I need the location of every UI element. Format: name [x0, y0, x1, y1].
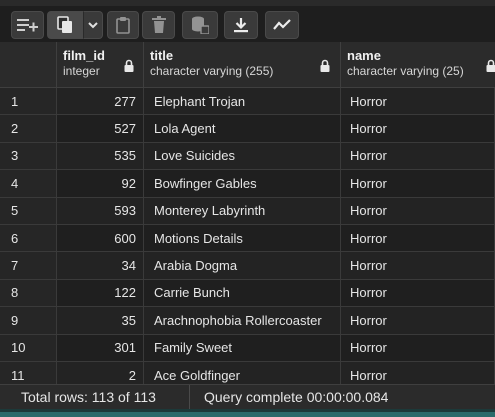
data-grid: film_id integer title character varying … — [0, 42, 495, 384]
name-cell[interactable]: Horror — [341, 307, 495, 334]
film-id-cell[interactable]: 35 — [57, 307, 144, 334]
delete-icon — [151, 16, 166, 34]
name-cell[interactable]: Horror — [341, 197, 495, 224]
table-row[interactable]: 5 593 Monterey Labyrinth Horror — [0, 197, 495, 225]
row-number[interactable]: 1 — [0, 88, 57, 115]
row-number-header[interactable] — [0, 42, 57, 88]
column-name: name — [347, 48, 381, 63]
table-row[interactable]: 6 600 Motions Details Horror — [0, 225, 495, 253]
title-cell[interactable]: Monterey Labyrinth — [144, 197, 341, 224]
paste-button[interactable] — [107, 11, 139, 39]
film-id-cell[interactable]: 600 — [57, 225, 144, 252]
grid-header: film_id integer title character varying … — [0, 42, 495, 88]
title-cell[interactable]: Motions Details — [144, 225, 341, 252]
copy-icon — [57, 16, 73, 34]
row-number[interactable]: 2 — [0, 115, 57, 142]
film-id-cell[interactable]: 527 — [57, 115, 144, 142]
paste-icon — [116, 16, 130, 34]
graph-visualiser-button[interactable] — [265, 11, 299, 39]
bottom-accent-stripe — [0, 412, 495, 417]
table-row[interactable]: 8 122 Carrie Bunch Horror — [0, 279, 495, 308]
name-cell[interactable]: Horror — [341, 334, 495, 361]
film-id-cell[interactable]: 122 — [57, 279, 144, 307]
row-number[interactable]: 8 — [0, 279, 57, 307]
title-cell[interactable]: Ace Goldfinger — [144, 362, 341, 384]
row-number[interactable]: 10 — [0, 334, 57, 361]
graph-icon — [273, 19, 291, 31]
title-cell[interactable]: Family Sweet — [144, 334, 341, 361]
name-cell[interactable]: Horror — [341, 142, 495, 170]
name-cell[interactable]: Horror — [341, 170, 495, 197]
column-type: character varying (25) — [347, 64, 464, 78]
table-row[interactable]: 1 277 Elephant Trojan Horror — [0, 88, 495, 116]
film-id-cell[interactable]: 92 — [57, 170, 144, 197]
table-row[interactable]: 4 92 Bowfinger Gables Horror — [0, 170, 495, 198]
query-status-label: Query complete 00:00:00.084 — [204, 389, 389, 405]
row-number[interactable]: 3 — [0, 142, 57, 170]
total-rows-label: Total rows: 113 of 113 — [21, 389, 156, 405]
film-id-cell[interactable]: 535 — [57, 142, 144, 170]
download-button[interactable] — [224, 11, 258, 39]
table-row[interactable]: 2 527 Lola Agent Horror — [0, 115, 495, 143]
title-cell[interactable]: Love Suicides — [144, 142, 341, 170]
column-header-title[interactable]: title character varying (255) — [144, 42, 341, 88]
download-icon — [234, 17, 248, 33]
add-row-icon — [16, 18, 39, 32]
table-row[interactable]: 7 34 Arabia Dogma Horror — [0, 252, 495, 280]
name-cell[interactable]: Horror — [341, 279, 495, 307]
name-cell[interactable]: Horror — [341, 362, 495, 384]
query-results-panel: film_id integer title character varying … — [0, 0, 495, 417]
film-id-cell[interactable]: 593 — [57, 197, 144, 224]
title-cell[interactable]: Carrie Bunch — [144, 279, 341, 307]
save-data-icon — [191, 16, 209, 34]
column-header-name[interactable]: name character varying (25) — [341, 42, 495, 88]
title-cell[interactable]: Elephant Trojan — [144, 88, 341, 115]
column-type: character varying (255) — [150, 64, 274, 78]
row-number[interactable]: 5 — [0, 197, 57, 224]
table-row[interactable]: 10 301 Family Sweet Horror — [0, 334, 495, 362]
title-cell[interactable]: Bowfinger Gables — [144, 170, 341, 197]
save-data-button[interactable] — [182, 11, 218, 39]
row-number[interactable]: 9 — [0, 307, 57, 334]
row-number[interactable]: 11 — [0, 362, 57, 384]
film-id-cell[interactable]: 301 — [57, 334, 144, 361]
column-header-film-id[interactable]: film_id integer — [57, 42, 144, 88]
copy-options-dropdown[interactable] — [83, 11, 103, 39]
film-id-cell[interactable]: 277 — [57, 88, 144, 115]
table-row[interactable]: 3 535 Love Suicides Horror — [0, 142, 495, 171]
status-bar: Total rows: 113 of 113 Query complete 00… — [0, 384, 495, 410]
lock-icon — [124, 59, 134, 72]
title-cell[interactable]: Arabia Dogma — [144, 252, 341, 279]
lock-icon — [320, 59, 330, 72]
status-divider — [189, 385, 190, 410]
row-number[interactable]: 7 — [0, 252, 57, 279]
name-cell[interactable]: Horror — [341, 115, 495, 142]
table-row[interactable]: 9 35 Arachnophobia Rollercoaster Horror — [0, 307, 495, 335]
title-cell[interactable]: Lola Agent — [144, 115, 341, 142]
lock-icon — [486, 59, 495, 72]
title-cell[interactable]: Arachnophobia Rollercoaster — [144, 307, 341, 334]
column-name: title — [150, 48, 174, 63]
copy-button[interactable] — [47, 11, 83, 39]
results-toolbar — [0, 6, 495, 42]
row-number[interactable]: 4 — [0, 170, 57, 197]
name-cell[interactable]: Horror — [341, 252, 495, 279]
bottom-accent-bar — [0, 409, 495, 417]
delete-button[interactable] — [142, 11, 175, 39]
add-row-button[interactable] — [11, 11, 44, 39]
chevron-down-icon — [88, 21, 98, 29]
film-id-cell[interactable]: 2 — [57, 362, 144, 384]
table-row[interactable]: 11 2 Ace Goldfinger Horror — [0, 362, 495, 384]
film-id-cell[interactable]: 34 — [57, 252, 144, 279]
name-cell[interactable]: Horror — [341, 88, 495, 115]
row-number[interactable]: 6 — [0, 225, 57, 252]
name-cell[interactable]: Horror — [341, 225, 495, 252]
